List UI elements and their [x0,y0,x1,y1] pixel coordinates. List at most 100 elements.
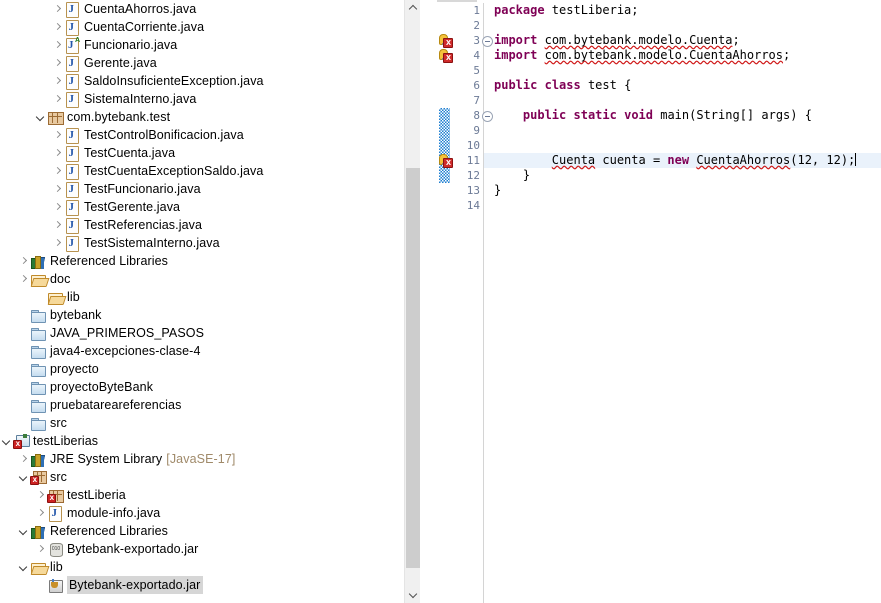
scrollbar-thumb[interactable] [406,168,420,568]
chevron-right-icon[interactable] [53,234,64,252]
code-line[interactable] [494,123,881,138]
tree-item-sistemainterno-java[interactable]: SistemaInterno.java [0,90,418,108]
chevron-right-icon[interactable] [53,216,64,234]
chevron-right-icon[interactable] [19,270,30,288]
tree-item-cuentacorriente-java[interactable]: CuentaCorriente.java [0,18,418,36]
chevron-right-icon[interactable] [53,54,64,72]
java-file-icon [64,235,80,252]
tree-item-lib[interactable]: lib [0,558,418,576]
tree-item-proyecto[interactable]: proyecto [0,360,418,378]
code-line[interactable]: import com.bytebank.modelo.CuentaAhorros… [494,48,881,63]
tree-item-testgerente-java[interactable]: TestGerente.java [0,198,418,216]
package-explorer-panel[interactable]: CuentaAhorros.java CuentaCorriente.java AF… [0,0,420,603]
tree-item-label: TestGerente.java [84,200,181,214]
tree-item-proyectobytebank[interactable]: proyectoByteBank [0,378,418,396]
code-line[interactable] [494,138,881,153]
tree-item-testcontrolbonificacion-java[interactable]: TestControlBonificacion.java [0,126,418,144]
tree-item-label: Gerente.java [84,56,157,70]
tree-item-bytebank-exportado-jar[interactable]: Bytebank-exportado.jar [0,576,418,594]
tree-item-java4-excepciones-clase-4[interactable]: java4-excepciones-clase-4 [0,342,418,360]
chevron-right-icon[interactable] [53,126,64,144]
scroll-up-arrow-icon[interactable] [405,0,420,17]
code-line[interactable] [494,63,881,78]
chevron-right-icon[interactable] [53,0,64,18]
tree-item-bytebank[interactable]: bytebank [0,306,418,324]
scroll-down-arrow-icon[interactable] [405,586,420,603]
tree-item-testliberias[interactable]: testLiberias [0,432,418,450]
chevron-down-icon[interactable] [19,468,30,486]
tree-item-saldoinsuficienteexception-java[interactable]: SaldoInsuficienteException.java [0,72,418,90]
tree-item-referenced-libraries[interactable]: Referenced Libraries [0,522,418,540]
chevron-down-icon[interactable] [19,522,30,540]
code-line[interactable] [494,93,881,108]
keyword-token: static [573,108,617,122]
chevron-right-icon[interactable] [19,450,30,468]
tree-item-label: JAVA_PRIMEROS_PASOS [50,326,205,340]
line-number-ruler: 1 2 3 4 5 6 7 8 9 10 11 12 13 14 [454,3,480,213]
code-line[interactable] [494,18,881,33]
tree-item-src[interactable]: src [0,414,418,432]
code-line[interactable]: public class test { [494,78,881,93]
code-text-area[interactable]: package testLiberia; import com.bytebank.… [494,3,881,213]
keyword-token: import [494,48,538,62]
code-line[interactable]: } [494,183,881,198]
tree-item-src[interactable]: src [0,468,418,486]
tree-item-referenced-libraries[interactable]: Referenced Libraries [0,252,418,270]
code-editor-panel[interactable]: 1234567891011121314 package testLiberia;… [437,0,881,603]
code-line[interactable] [494,198,881,213]
tree-item-cuentaahorros-java[interactable]: CuentaAhorros.java [0,0,418,18]
chevron-down-icon[interactable] [19,558,30,576]
chevron-right-icon[interactable] [53,198,64,216]
quick-fix-error-marker-icon[interactable] [438,34,453,49]
tree-item-label: Funcionario.java [84,38,178,52]
tree-item-testsistemainterno-java[interactable]: TestSistemaInterno.java [0,234,418,252]
tree-item-testreferencias-java[interactable]: TestReferencias.java [0,216,418,234]
chevron-right-icon[interactable] [53,72,64,90]
tree-item-testcuenta-java[interactable]: TestCuenta.java [0,144,418,162]
annotation-marker-ruler[interactable] [437,3,454,603]
tree-item-java-primeros-pasos[interactable]: JAVA_PRIMEROS_PASOS [0,324,418,342]
chevron-right-icon[interactable] [36,486,47,504]
closed-project-icon [30,415,46,431]
chevron-right-icon[interactable] [53,180,64,198]
referenced-libraries-icon [30,253,46,269]
tree-item-funcionario-java[interactable]: A Funcionario.java [0,36,418,54]
chevron-right-icon[interactable] [53,36,64,54]
chevron-right-icon[interactable] [53,18,64,36]
fold-collapse-icon[interactable] [482,35,493,47]
tree-item-lib[interactable]: lib [0,288,418,306]
tree-item-bytebank-exportado-jar[interactable]: Bytebank-exportado.jar [0,540,418,558]
fold-collapse-icon[interactable] [482,110,493,122]
tree-item-module-info-java[interactable]: module-info.java [0,504,418,522]
quick-fix-error-marker-icon[interactable] [438,49,453,64]
project-tree[interactable]: CuentaAhorros.java CuentaCorriente.java AF… [0,0,418,594]
tree-item-doc[interactable]: doc [0,270,418,288]
tree-item-testfuncionario-java[interactable]: TestFuncionario.java [0,180,418,198]
tree-item-com-bytebank-test[interactable]: com.bytebank.test [0,108,418,126]
tree-item-gerente-java[interactable]: Gerente.java [0,54,418,72]
code-line[interactable]: } [494,168,881,183]
chevron-right-icon[interactable] [19,252,30,270]
chevron-right-icon[interactable] [53,144,64,162]
explorer-vertical-scrollbar[interactable] [404,0,420,603]
tree-item-jre-system-library[interactable]: JRE System Library [JavaSE-17] [0,450,418,468]
tree-item-testcuentaexceptionsaldo-java[interactable]: TestCuentaExceptionSaldo.java [0,162,418,180]
code-line[interactable]: Cuenta cuenta = new CuentaAhorros(12, 12… [494,153,881,168]
tree-item-suffix: [JavaSE-17] [166,452,236,466]
tree-item-testliberia[interactable]: testLiberia [0,486,418,504]
code-line[interactable]: package testLiberia; [494,3,881,18]
code-line[interactable]: public static void main(String[] args) { [494,108,881,123]
code-token: ; [783,48,791,62]
chevron-right-icon[interactable] [36,540,47,558]
chevron-right-icon[interactable] [53,162,64,180]
chevron-down-icon[interactable] [2,432,13,450]
quick-fix-error-marker-icon[interactable] [438,154,453,169]
chevron-down-icon[interactable] [36,108,47,126]
tree-item-pruebatareareferencias[interactable]: pruebatareareferencias [0,396,418,414]
chevron-right-icon[interactable] [36,504,47,522]
chevron-right-icon[interactable] [53,90,64,108]
code-line[interactable]: import com.bytebank.modelo.Cuenta; [494,33,881,48]
